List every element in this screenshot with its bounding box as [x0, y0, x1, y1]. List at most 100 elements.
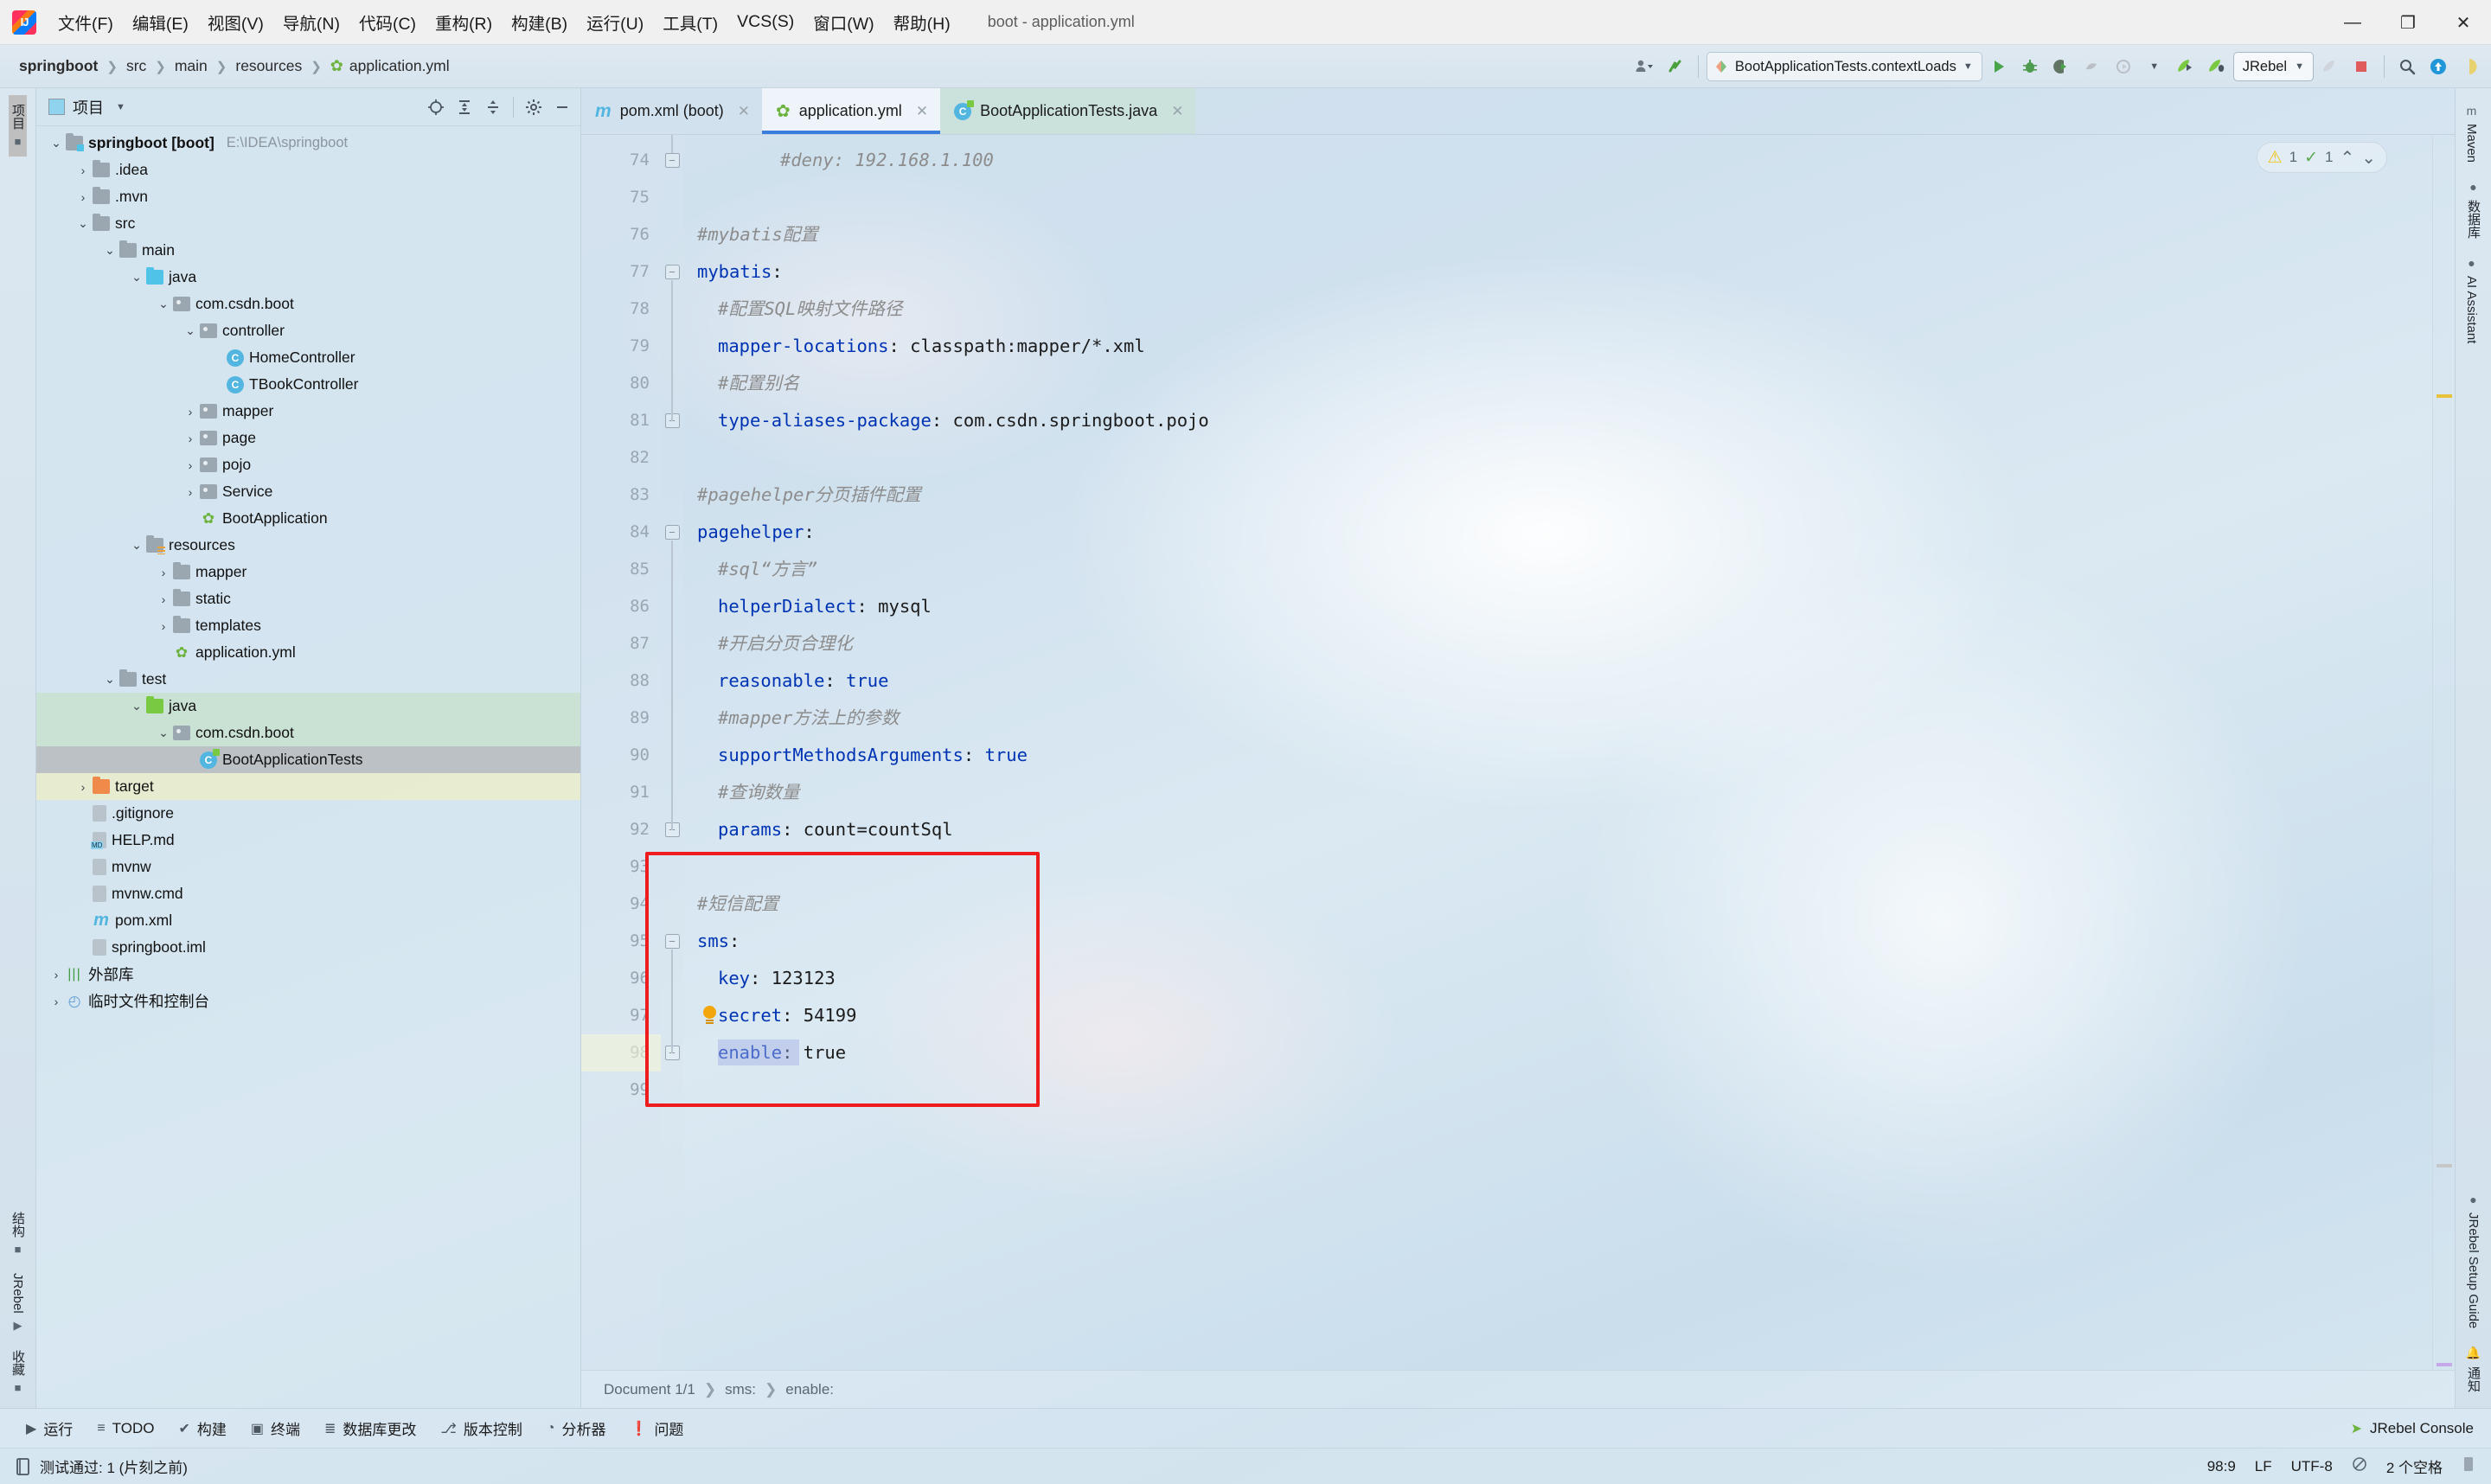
bottom-tool-db-changes-icon[interactable]: ≣ 数据库更改	[314, 1414, 426, 1442]
editor-tab-2[interactable]: BootApplicationTests.java ✕	[940, 88, 1196, 134]
tree-node[interactable]: HELP.md	[36, 827, 580, 854]
chevron-down-icon[interactable]: ⌄	[47, 136, 66, 150]
tree-node[interactable]: › .mvn	[36, 183, 580, 210]
breadcrumb-item-0[interactable]: springboot	[19, 57, 98, 75]
menu-item-8[interactable]: 工具(T)	[653, 6, 727, 38]
run-with-coverage-icon[interactable]	[2046, 51, 2076, 82]
chevron-down-icon[interactable]: ⌄	[127, 270, 146, 285]
menu-item-6[interactable]: 构建(B)	[502, 6, 577, 38]
tree-node[interactable]: ⌄ main	[36, 237, 580, 264]
fold-collapse-icon[interactable]: −	[664, 525, 680, 540]
editor-tab-1[interactable]: ✿ application.yml ✕	[761, 88, 941, 134]
menu-item-4[interactable]: 代码(C)	[349, 6, 426, 38]
tree-node[interactable]: ⌄ java	[36, 693, 580, 720]
chevron-right-icon[interactable]: ›	[47, 968, 66, 982]
chevron-right-icon[interactable]: ›	[181, 432, 200, 445]
close-tab-icon[interactable]: ✕	[916, 103, 928, 120]
breadcrumb-item-4[interactable]: application.yml	[349, 57, 450, 75]
code-folding-gutter[interactable]: − − − − − − −	[661, 135, 683, 1370]
chevron-right-icon[interactable]: ›	[74, 163, 93, 177]
left-rail-structure-icon[interactable]: 结构 ■	[9, 1203, 27, 1264]
chevron-down-icon[interactable]: ⌄	[100, 243, 119, 258]
file-encoding[interactable]: UTF-8	[2291, 1458, 2333, 1475]
bottom-tool-profiler-icon[interactable]: ◔ 分析器	[536, 1414, 617, 1442]
bottom-tool-todo-icon[interactable]: ≡ TODO	[86, 1417, 164, 1441]
left-rail-project-icon[interactable]: 项目 ■	[9, 95, 27, 157]
memory-indicator[interactable]	[2462, 1455, 2475, 1477]
tree-node[interactable]: › mapper	[36, 559, 580, 585]
search-icon[interactable]	[2392, 51, 2422, 82]
right-rail-notifications-icon[interactable]: 🔔 通知	[2464, 1337, 2482, 1401]
bottom-tool-vcs-icon[interactable]: ⎇ 版本控制	[430, 1414, 532, 1442]
chevron-right-icon[interactable]: ›	[47, 995, 66, 1008]
tree-node[interactable]: TBookController	[36, 371, 580, 398]
chevron-down-icon[interactable]: ⌄	[154, 726, 173, 740]
indent-setting[interactable]: 2 个空格	[2386, 1455, 2443, 1477]
tree-node[interactable]: BootApplication	[36, 505, 580, 532]
menu-item-10[interactable]: 窗口(W)	[804, 6, 883, 38]
user-dropdown-icon[interactable]	[1630, 51, 1659, 82]
tree-node[interactable]: mvnw	[36, 854, 580, 880]
jrebel-debug-icon[interactable]	[2202, 51, 2232, 82]
close-tab-icon[interactable]: ✕	[738, 103, 750, 120]
menu-item-11[interactable]: 帮助(H)	[884, 6, 960, 38]
jrebel-deploy-icon[interactable]	[2315, 51, 2345, 82]
chevron-right-icon[interactable]: ›	[154, 566, 173, 579]
doc-breadcrumb-item-0[interactable]: Document 1/1	[604, 1381, 695, 1398]
breadcrumb-item-2[interactable]: main	[175, 57, 208, 75]
minimize-button[interactable]: —	[2325, 0, 2380, 45]
bottom-tool-terminal-icon[interactable]: ▣ 终端	[240, 1414, 311, 1442]
tree-node[interactable]: ⌄ controller	[36, 317, 580, 344]
chevron-down-icon[interactable]: ⌄	[127, 699, 146, 713]
line-separator[interactable]: LF	[2255, 1458, 2272, 1475]
lock-icon[interactable]	[2352, 1456, 2367, 1476]
close-button[interactable]: ✕	[2436, 0, 2491, 45]
tree-node[interactable]: › target	[36, 773, 580, 800]
run-configuration-selector[interactable]: BootApplicationTests.contextLoads ▼	[1706, 52, 1982, 81]
breadcrumb-item-3[interactable]: resources	[235, 57, 302, 75]
tree-node[interactable]: › 临时文件和控制台	[36, 988, 580, 1014]
locate-icon[interactable]	[423, 94, 449, 120]
code-text[interactable]: #deny: 192.168.1.100 #mybatis配置 mybatis: #配…	[683, 135, 2432, 1370]
chevron-down-icon[interactable]: ▼	[116, 102, 125, 112]
run-with-profiler-icon[interactable]	[2109, 51, 2138, 82]
chevron-down-icon[interactable]: ⌄	[181, 323, 200, 338]
tree-node[interactable]: ⌄ com.csdn.boot	[36, 720, 580, 746]
tree-node[interactable]: › templates	[36, 612, 580, 639]
chevron-down-icon[interactable]: ⌄	[74, 216, 93, 231]
tree-node[interactable]: ⌄ src	[36, 210, 580, 237]
tree-node[interactable]: springboot.iml	[36, 934, 580, 961]
fold-end-icon[interactable]: −	[664, 153, 680, 168]
tree-node[interactable]: › Service	[36, 478, 580, 505]
left-rail-jrebel-icon[interactable]: JRebel ▶	[10, 1264, 25, 1341]
status-message-group[interactable]: 测试通过: 1 (片刻之前)	[16, 1455, 188, 1477]
tree-node[interactable]: HomeController	[36, 344, 580, 371]
tree-node[interactable]: ⌄ resources	[36, 532, 580, 559]
editor-tab-0[interactable]: m pom.xml (boot) ✕	[581, 88, 762, 134]
menu-item-5[interactable]: 重构(R)	[426, 6, 502, 38]
tree-node[interactable]: › 外部库	[36, 961, 580, 988]
chevron-right-icon[interactable]: ›	[74, 780, 93, 794]
tree-node[interactable]: › page	[36, 425, 580, 451]
right-rail-maven-icon[interactable]: m Maven	[2464, 95, 2479, 171]
doc-breadcrumb-item-2[interactable]: enable:	[785, 1381, 834, 1398]
fold-collapse-icon[interactable]: −	[664, 934, 680, 949]
change-marker[interactable]	[2437, 1363, 2452, 1366]
chevron-down-icon[interactable]: ▼	[2140, 51, 2169, 82]
run-icon[interactable]	[1984, 51, 2014, 82]
tree-node[interactable]: application.yml	[36, 639, 580, 666]
updates-icon[interactable]	[1661, 51, 1690, 82]
fold-collapse-icon[interactable]: −	[664, 265, 680, 279]
tree-node[interactable]: .gitignore	[36, 800, 580, 827]
chevron-down-icon[interactable]: ⌄	[154, 297, 173, 311]
intention-bulb-icon[interactable]	[702, 1006, 717, 1025]
tree-node[interactable]: mvnw.cmd	[36, 880, 580, 907]
tree-node[interactable]: ⌄ test	[36, 666, 580, 693]
tree-node[interactable]: › mapper	[36, 398, 580, 425]
menu-item-0[interactable]: 文件(F)	[48, 6, 123, 38]
stop-icon[interactable]	[2347, 51, 2376, 82]
profile-icon[interactable]	[2078, 51, 2107, 82]
expand-all-icon[interactable]	[451, 94, 477, 120]
warning-marker[interactable]	[2437, 394, 2452, 398]
caret-position[interactable]: 98:9	[2207, 1458, 2236, 1475]
